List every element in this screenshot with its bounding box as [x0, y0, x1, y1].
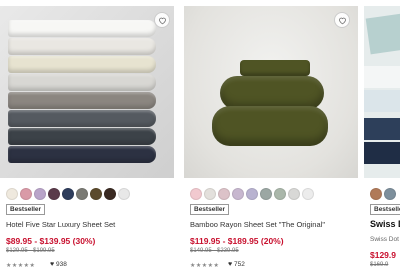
color-swatch[interactable]: [76, 188, 88, 200]
color-swatch[interactable]: [204, 188, 216, 200]
folded-sheet: [8, 56, 156, 73]
product-image[interactable]: [184, 6, 358, 178]
color-swatch[interactable]: [288, 188, 300, 200]
folded-sheet: [364, 66, 400, 88]
color-swatch[interactable]: [90, 188, 102, 200]
color-swatch[interactable]: [246, 188, 258, 200]
color-swatch[interactable]: [104, 188, 116, 200]
product-image[interactable]: [0, 6, 174, 178]
product-image[interactable]: [364, 6, 400, 178]
review-count: ♥ 752: [228, 261, 245, 268]
color-swatch[interactable]: [274, 188, 286, 200]
original-price: $169.9: [370, 262, 389, 268]
sale-price: $89.95 - $139.95 (30%): [6, 236, 96, 246]
folded-sheet: [365, 13, 400, 55]
folded-sheet: [364, 118, 400, 140]
color-swatch[interactable]: [190, 188, 202, 200]
product-card[interactable]: Bestseller Swiss D Swiss Dot $129.9 $169…: [364, 0, 400, 272]
folded-sheet: [8, 110, 156, 127]
color-swatch[interactable]: [6, 188, 18, 200]
pillowcase: [212, 106, 328, 146]
heart-icon: ♥: [228, 261, 233, 268]
rating-stars: ★★★★★: [6, 263, 36, 269]
folded-sheet: [8, 20, 156, 37]
review-count-value: 752: [233, 261, 245, 268]
bestseller-badge: Bestseller: [370, 204, 400, 215]
review-count-value: 938: [55, 261, 67, 268]
folded-sheet: [364, 142, 400, 164]
product-name-link[interactable]: Swiss D: [370, 219, 400, 229]
product-name-link[interactable]: Bamboo Rayon Sheet Set "The Original": [190, 220, 325, 229]
heart-icon: ♥: [50, 261, 55, 268]
color-swatches: [370, 188, 396, 200]
color-swatch[interactable]: [118, 188, 130, 200]
product-name-link[interactable]: Hotel Five Star Luxury Sheet Set: [6, 220, 115, 229]
heart-icon: [159, 17, 166, 25]
color-swatch[interactable]: [260, 188, 272, 200]
color-swatches: [6, 188, 130, 200]
sale-price: $129.9: [370, 250, 396, 260]
rating-stars: ★★★★★: [190, 263, 220, 269]
original-price: $129.95 - $199.95: [6, 248, 55, 254]
folded-sheet: [8, 92, 156, 109]
product-card[interactable]: Bestseller Hotel Five Star Luxury Sheet …: [0, 0, 174, 272]
review-count: ♥ 938: [50, 261, 67, 268]
wishlist-heart-button[interactable]: [334, 12, 350, 28]
heart-icon: [339, 17, 346, 25]
folded-sheet: [8, 146, 156, 163]
product-card[interactable]: Bestseller Bamboo Rayon Sheet Set "The O…: [184, 0, 358, 272]
wishlist-heart-button[interactable]: [154, 12, 170, 28]
color-swatch[interactable]: [370, 188, 382, 200]
bestseller-badge: Bestseller: [190, 204, 230, 215]
bestseller-badge: Bestseller: [6, 204, 46, 215]
original-price: $149.95 - $239.95: [190, 248, 239, 254]
color-swatch[interactable]: [20, 188, 32, 200]
color-swatch[interactable]: [302, 188, 314, 200]
folded-sheet: [8, 74, 156, 91]
folded-sheet: [8, 38, 156, 55]
color-swatch[interactable]: [232, 188, 244, 200]
color-swatches: [190, 188, 314, 200]
color-swatch[interactable]: [48, 188, 60, 200]
color-swatch[interactable]: [62, 188, 74, 200]
sale-price: $119.95 - $189.95 (20%): [190, 236, 284, 246]
folded-sheet: [240, 60, 310, 76]
folded-sheet: [8, 128, 156, 145]
folded-sheet: [364, 90, 400, 112]
color-swatch[interactable]: [34, 188, 46, 200]
color-swatch[interactable]: [218, 188, 230, 200]
color-swatch[interactable]: [384, 188, 396, 200]
pillowcase: [220, 76, 324, 110]
product-subtitle: Swiss Dot: [370, 236, 399, 243]
